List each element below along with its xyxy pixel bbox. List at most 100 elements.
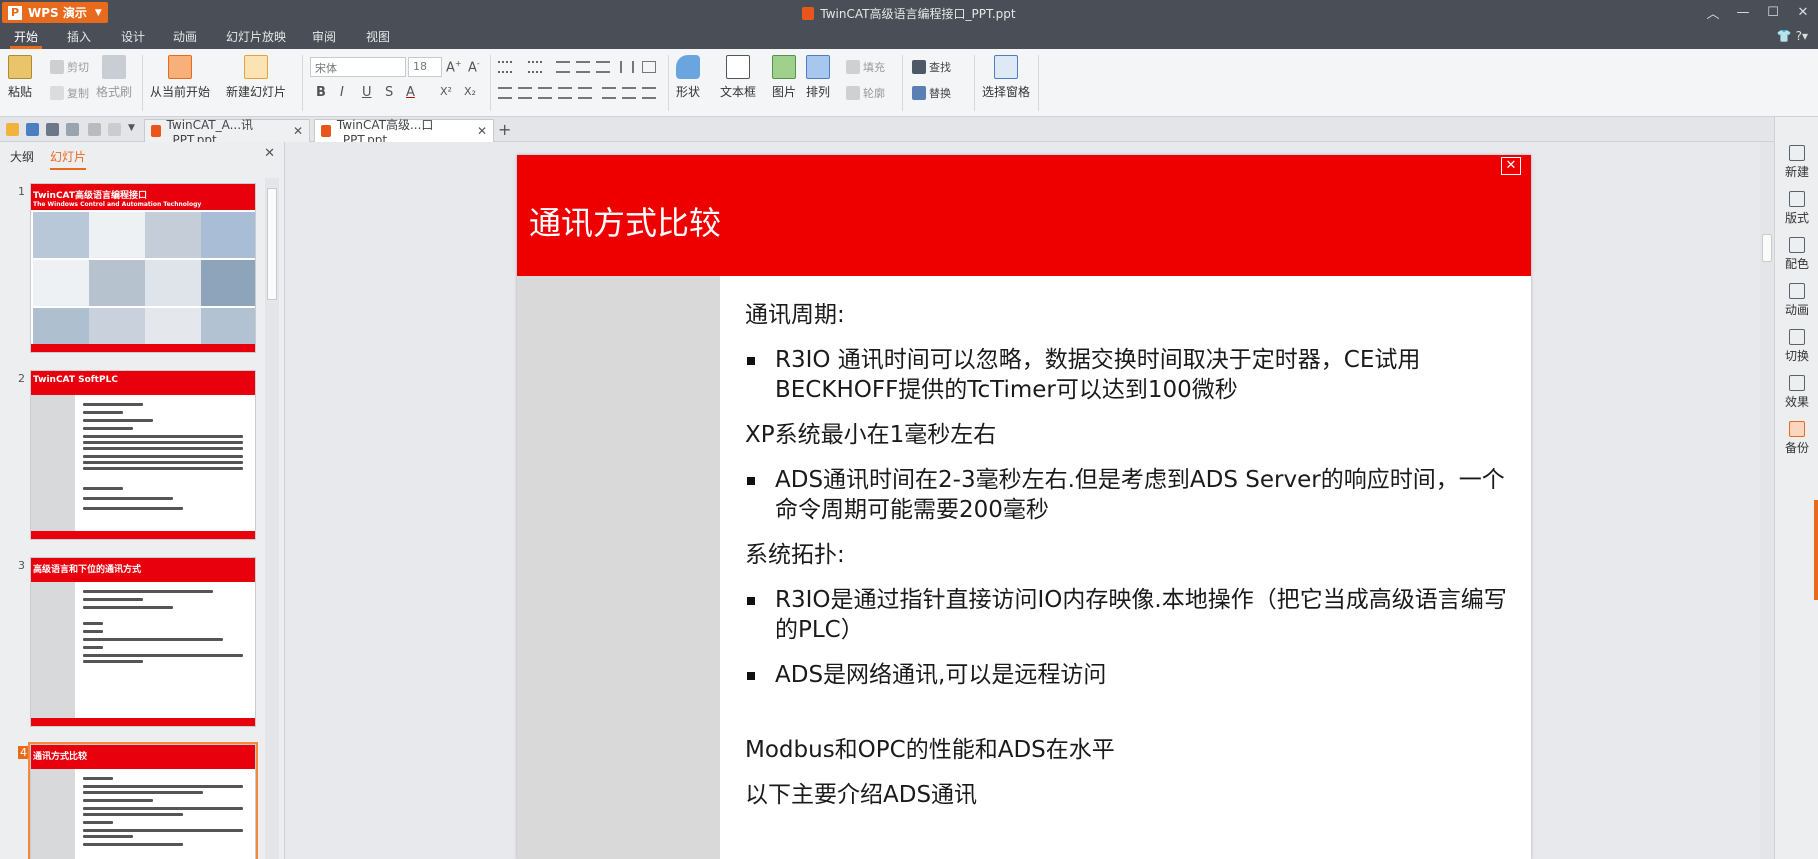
increase-indent-icon[interactable] (576, 61, 590, 73)
subscript-button[interactable]: X₂ (464, 85, 476, 98)
shape-button[interactable]: 形状 (676, 55, 700, 100)
underline-button[interactable]: U (362, 85, 372, 100)
font-name-select[interactable]: 宋体 (310, 57, 406, 77)
replace-button[interactable]: 替换 (912, 85, 951, 101)
doc-tab-2[interactable]: TwinCAT高级...口_PPT.ppt ✕ (314, 118, 494, 147)
italic-button[interactable]: I (340, 85, 344, 100)
find-button[interactable]: 查找 (912, 59, 951, 75)
tab-slideshow[interactable]: 幻灯片放映 (220, 25, 292, 49)
sidebar-animation[interactable]: 动画 (1775, 283, 1818, 318)
close-tab-icon[interactable]: ✕ (477, 124, 487, 138)
slide-side-band (517, 276, 720, 859)
slides-panel-scrollbar[interactable] (265, 178, 279, 859)
shrink-font-icon[interactable]: A- (468, 59, 480, 75)
grow-font-icon[interactable]: A+ (446, 59, 462, 75)
layout-icon (1789, 191, 1805, 207)
tab-design[interactable]: 设计 (115, 25, 151, 49)
font-size-select[interactable]: 18 (408, 57, 442, 77)
new-slide-button[interactable]: 新建幻灯片 (226, 55, 286, 100)
distribute-icon[interactable] (578, 87, 592, 99)
tab-slides[interactable]: 幻灯片 (50, 148, 87, 170)
content-bullet: R3IO 通讯时间可以忽略，数据交换时间取决于定时器，CE试用BECKHOFF提… (745, 345, 1515, 405)
smart-align-icon[interactable] (642, 87, 656, 99)
fill-button[interactable]: 填充 (846, 59, 885, 75)
help-icon[interactable]: 👕 ?▾ (1777, 29, 1808, 43)
sidebar-new[interactable]: 新建 (1775, 145, 1818, 180)
current-slide[interactable]: 通讯方式比较 ✕ 通讯周期: R3IO 通讯时间可以忽略，数据交换时间取决于定时… (517, 155, 1531, 859)
thumb-number: 3 (18, 559, 25, 572)
paste-button[interactable]: 粘贴 (8, 55, 32, 100)
tab-home[interactable]: 开始 (8, 25, 44, 49)
selection-pane-button[interactable]: 选择窗格 (982, 55, 1030, 100)
undo-icon[interactable] (88, 123, 101, 136)
collapse-ribbon-icon[interactable]: ︿ (1698, 0, 1728, 25)
align-left-icon[interactable] (498, 87, 512, 99)
slide-thumbnail-2[interactable]: TwinCAT SoftPLC (30, 370, 256, 540)
content-paragraph: 系统拓扑: (745, 542, 845, 568)
print-preview-icon[interactable] (66, 123, 79, 136)
tab-outline[interactable]: 大纲 (10, 148, 34, 165)
palette-icon (1789, 237, 1805, 253)
minimize-icon[interactable]: — (1728, 0, 1758, 25)
customize-qa-icon[interactable]: ▼ (128, 123, 141, 136)
align-center-icon[interactable] (518, 87, 532, 99)
columns-icon[interactable] (620, 61, 634, 73)
close-icon[interactable]: ✕ (1788, 0, 1818, 25)
shadow-button[interactable]: S (385, 85, 393, 100)
redo-icon[interactable] (108, 123, 121, 136)
sidebar-layout[interactable]: 版式 (1775, 191, 1818, 226)
tab-insert[interactable]: 插入 (61, 25, 97, 49)
new-tab-icon[interactable]: + (498, 120, 511, 139)
menu-bar: 开始 插入 设计 动画 幻灯片放映 审阅 视图 👕 ?▾ (0, 25, 1818, 49)
sidebar-color-scheme[interactable]: 配色 (1775, 237, 1818, 272)
slide-thumbnail-3[interactable]: 高级语言和下位的通讯方式 (30, 557, 256, 727)
content-paragraph: Modbus和OPC的性能和ADS在水平 (745, 737, 1115, 763)
arrange-button[interactable]: 排列 (806, 55, 830, 100)
doc-tab-1[interactable]: TwinCAT_A...讯_PPT.ppt ✕ (144, 118, 310, 147)
content-bullet: ADS通讯时间在2-3毫秒左右.但是考虑到ADS Server的响应时间，一个命… (745, 465, 1515, 525)
picture-button[interactable]: 图片 (772, 55, 796, 100)
play-from-current-button[interactable]: 从当前开始 (150, 55, 210, 100)
format-painter-button[interactable]: 格式刷 (96, 55, 132, 100)
slide-content-box[interactable]: 通讯周期: R3IO 通讯时间可以忽略，数据交换时间取决于定时器，CE试用BEC… (745, 300, 1515, 825)
align-right-icon[interactable] (538, 87, 552, 99)
picture-icon (772, 55, 796, 79)
decrease-indent-icon[interactable] (556, 61, 570, 73)
canvas-scrollbar[interactable] (1760, 142, 1774, 859)
textbox-button[interactable]: 文本框 (720, 55, 756, 100)
open-folder-icon[interactable] (6, 123, 19, 136)
title-bar: P WPS 演示 ▼ TwinCAT高级语言编程接口_PPT.ppt ︿ — ☐… (0, 0, 1818, 25)
maximize-icon[interactable]: ☐ (1758, 0, 1788, 25)
print-icon[interactable] (46, 123, 59, 136)
slide-close-box-icon: ✕ (1501, 157, 1521, 175)
tab-review[interactable]: 审阅 (306, 25, 342, 49)
superscript-button[interactable]: X² (440, 85, 452, 98)
tab-animation[interactable]: 动画 (167, 25, 203, 49)
bullet-list-icon[interactable] (498, 61, 512, 73)
close-panel-icon[interactable]: ✕ (264, 146, 275, 161)
copy-button[interactable]: 复制 (50, 85, 89, 101)
bold-button[interactable]: B (316, 85, 326, 100)
outline-button[interactable]: 轮廓 (846, 85, 885, 101)
slide-thumbnail-1[interactable]: TwinCAT高级语言编程接口 The Windows Control and A… (30, 183, 256, 353)
window-title: TwinCAT高级语言编程接口_PPT.ppt (0, 5, 1818, 22)
cut-button[interactable]: 剪切 (50, 59, 89, 75)
tab-view[interactable]: 视图 (360, 25, 396, 49)
line-spacing-icon[interactable] (596, 61, 610, 73)
content-bullet: ADS是网络通讯,可以是远程访问 (745, 660, 1515, 690)
sidebar-backup[interactable]: 备份 (1775, 421, 1818, 456)
sidebar-handle[interactable] (1814, 500, 1818, 600)
ppt-file-icon (151, 125, 161, 137)
number-list-icon[interactable] (528, 61, 542, 73)
vertical-align-icon[interactable] (622, 87, 636, 99)
close-tab-icon[interactable]: ✕ (293, 124, 303, 138)
sidebar-transition[interactable]: 切换 (1775, 329, 1818, 364)
para-spacing-icon[interactable] (602, 87, 616, 99)
text-direction-icon[interactable] (642, 61, 656, 73)
justify-icon[interactable] (558, 87, 572, 99)
slide-title[interactable]: 通讯方式比较 (529, 198, 721, 244)
save-icon[interactable] (26, 123, 39, 136)
font-color-button[interactable]: A (406, 85, 415, 100)
slide-thumbnail-4[interactable]: 通讯方式比较 (28, 742, 258, 859)
sidebar-effects[interactable]: 效果 (1775, 375, 1818, 410)
